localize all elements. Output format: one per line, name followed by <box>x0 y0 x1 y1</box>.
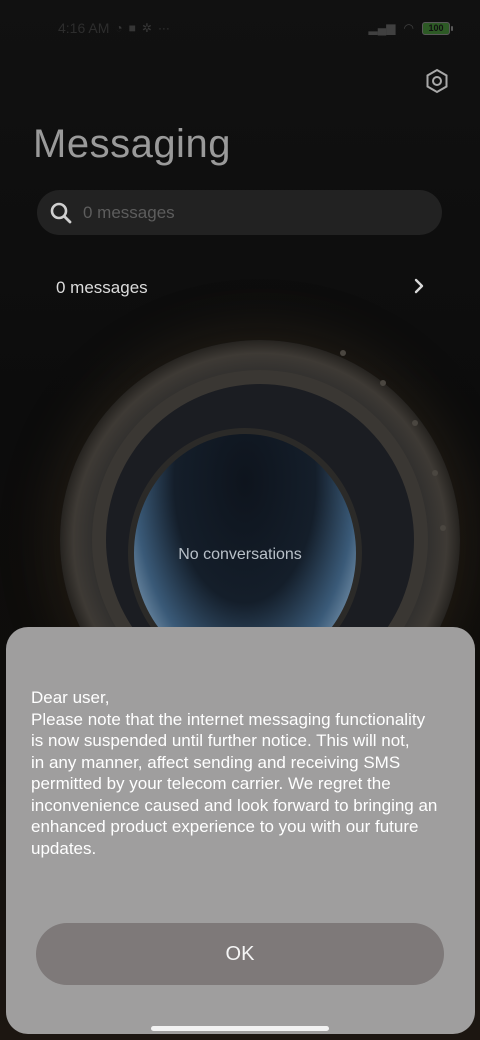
rivet <box>340 350 346 356</box>
page-title: Messaging <box>33 122 231 166</box>
more-dots-icon: ··· <box>157 21 170 35</box>
signal-icon: ▂▄▆ <box>368 21 396 35</box>
rivet <box>432 470 438 476</box>
dialog-message-line: Dear user, <box>31 688 110 707</box>
battery-icon: 100 <box>422 21 453 35</box>
notice-dialog: Dear user, Please note that the internet… <box>6 627 475 1034</box>
rivet <box>412 420 418 426</box>
rivet <box>440 525 446 531</box>
all-messages-row[interactable]: 0 messages <box>36 262 446 314</box>
app-icon: ■ <box>128 21 136 35</box>
dialog-message-line: updates. <box>31 838 97 858</box>
dialog-message-line: Please note that the internet messaging … <box>31 709 426 729</box>
status-bar: 4:16 AM ◔ ■ ✲ ··· ▂▄▆ ◠ 100 <box>0 0 480 56</box>
status-bar-left: 4:16 AM ◔ ■ ✲ ··· <box>58 20 170 36</box>
dialog-message-line: permitted by your telecom carrier. We re… <box>31 774 391 793</box>
status-bar-right: ▂▄▆ ◠ 100 <box>368 21 453 35</box>
porthole-illustration <box>40 320 480 740</box>
settings-small-icon: ✲ <box>141 21 152 35</box>
all-messages-label: 0 messages <box>56 278 148 297</box>
search-input[interactable] <box>83 202 403 223</box>
dialog-message-line: inconvenience caused and look forward to… <box>31 795 438 815</box>
empty-state-text: No conversations <box>178 546 302 563</box>
home-indicator[interactable] <box>151 1026 329 1031</box>
chevron-right-icon <box>412 277 426 300</box>
messaging-screen: 4:16 AM ◔ ■ ✲ ··· ▂▄▆ ◠ 100 Messaging 0 … <box>0 0 480 1040</box>
status-time: 4:16 AM <box>58 20 110 36</box>
dialog-message-line: is now suspended until further notice. T… <box>31 731 410 750</box>
wifi-icon: ◠ <box>403 21 414 35</box>
gear-icon <box>426 68 448 94</box>
sync-icon: ◔ <box>115 21 123 35</box>
dialog-message-line: enhanced product experience to you with … <box>31 817 419 836</box>
ok-button[interactable]: OK <box>36 923 444 985</box>
settings-button[interactable] <box>420 64 454 98</box>
search-bar[interactable] <box>37 190 442 235</box>
dialog-message: Dear user, Please note that the internet… <box>31 687 461 859</box>
search-icon <box>49 201 73 225</box>
dialog-message-line: in any manner, affect sending and receiv… <box>31 752 401 772</box>
rivet <box>380 380 386 386</box>
